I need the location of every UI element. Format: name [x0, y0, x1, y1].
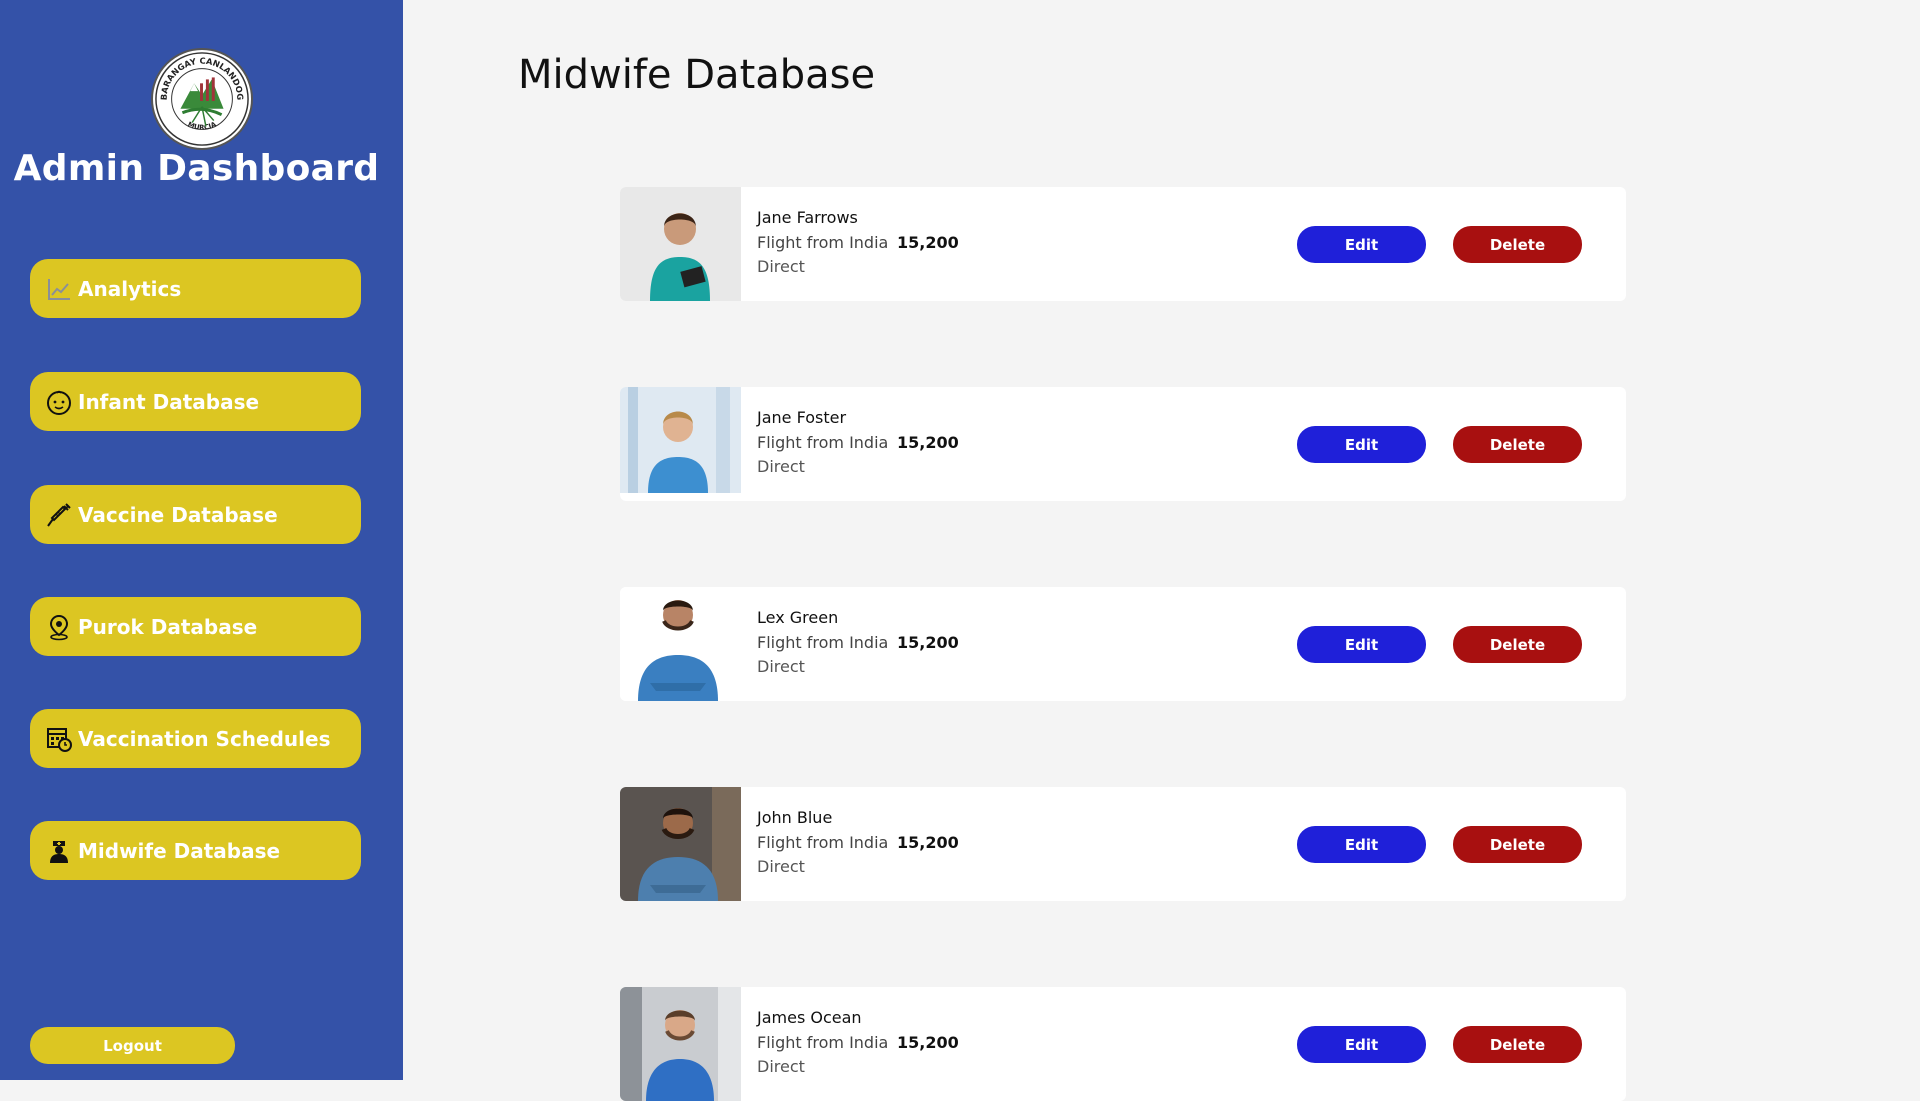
midwife-route: Flight from India	[757, 233, 889, 252]
midwife-price: 15,200	[897, 833, 959, 852]
nav-midwife-database[interactable]: Midwife Database	[30, 821, 361, 880]
barangay-seal-logo: BARANGAY CANLANDOG MURCIA	[151, 48, 253, 150]
delete-button[interactable]: Delete	[1453, 826, 1582, 863]
midwife-card: Jane Foster Flight from India 15,200 Dir…	[620, 387, 1626, 501]
edit-button[interactable]: Edit	[1297, 226, 1426, 263]
midwife-stops: Direct	[757, 257, 805, 276]
calendar-clock-icon	[44, 724, 74, 754]
midwife-price: 15,200	[897, 233, 959, 252]
logout-button[interactable]: Logout	[30, 1027, 235, 1064]
chart-line-icon	[44, 274, 74, 304]
midwife-name: Jane Farrows	[757, 208, 858, 227]
midwife-route: Flight from India	[757, 633, 889, 652]
edit-button[interactable]: Edit	[1297, 426, 1426, 463]
page-title: Midwife Database	[518, 52, 876, 98]
nav-vaccination-schedules-label: Vaccination Schedules	[78, 726, 331, 751]
midwife-stops: Direct	[757, 857, 805, 876]
midwife-name: Lex Green	[757, 608, 839, 627]
map-pin-icon	[44, 612, 74, 642]
midwife-photo	[620, 187, 741, 301]
midwife-card: Lex Green Flight from India 15,200 Direc…	[620, 587, 1626, 701]
midwife-photo	[620, 987, 741, 1101]
delete-button[interactable]: Delete	[1453, 1026, 1582, 1063]
nav-purok-database-label: Purok Database	[78, 614, 258, 639]
midwife-stops: Direct	[757, 1057, 805, 1076]
sidebar: BARANGAY CANLANDOG MURCIA Admin Dashboar…	[0, 0, 403, 1080]
nav-infant-database[interactable]: Infant Database	[30, 372, 361, 431]
nav-vaccine-database[interactable]: Vaccine Database	[30, 485, 361, 544]
nurse-icon	[44, 836, 74, 866]
sidebar-title: Admin Dashboard	[13, 148, 380, 189]
midwife-card: Jane Farrows Flight from India 15,200 Di…	[620, 187, 1626, 301]
edit-button[interactable]: Edit	[1297, 626, 1426, 663]
delete-button[interactable]: Delete	[1453, 626, 1582, 663]
midwife-price: 15,200	[897, 1033, 959, 1052]
midwife-route: Flight from India	[757, 833, 889, 852]
nav-midwife-database-label: Midwife Database	[78, 838, 281, 863]
midwife-name: Jane Foster	[757, 408, 847, 427]
nav-vaccine-database-label: Vaccine Database	[78, 502, 278, 527]
edit-button[interactable]: Edit	[1297, 826, 1426, 863]
nav-infant-database-label: Infant Database	[78, 389, 260, 414]
midwife-card: John Blue Flight from India 15,200 Direc…	[620, 787, 1626, 901]
nav-purok-database[interactable]: Purok Database	[30, 597, 361, 656]
midwife-photo	[620, 387, 741, 501]
edit-button[interactable]: Edit	[1297, 1026, 1426, 1063]
nav-vaccination-schedules[interactable]: Vaccination Schedules	[30, 709, 361, 768]
midwife-stops: Direct	[757, 457, 805, 476]
delete-button[interactable]: Delete	[1453, 226, 1582, 263]
delete-button[interactable]: Delete	[1453, 426, 1582, 463]
midwife-price: 15,200	[897, 633, 959, 652]
nav-analytics[interactable]: Analytics	[30, 259, 361, 318]
midwife-photo	[620, 587, 741, 701]
midwife-card: James Ocean Flight from India 15,200 Dir…	[620, 987, 1626, 1101]
syringe-icon	[44, 500, 74, 530]
midwife-name: John Blue	[757, 808, 833, 827]
midwife-route: Flight from India	[757, 1033, 889, 1052]
nav-analytics-label: Analytics	[78, 276, 182, 301]
midwife-price: 15,200	[897, 433, 959, 452]
midwife-photo	[620, 787, 741, 901]
midwife-route: Flight from India	[757, 433, 889, 452]
midwife-name: James Ocean	[757, 1008, 862, 1027]
midwife-stops: Direct	[757, 657, 805, 676]
baby-face-icon	[44, 387, 74, 417]
